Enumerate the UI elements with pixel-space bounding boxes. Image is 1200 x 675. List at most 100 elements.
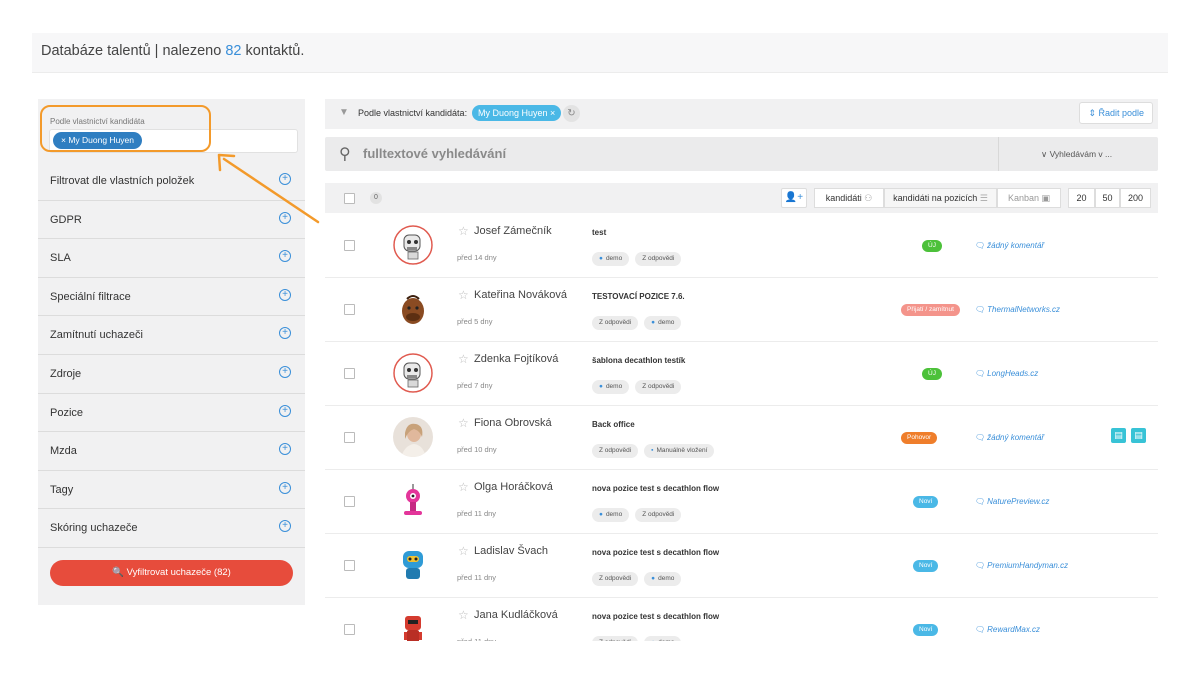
candidate-name[interactable]: Jana Kudláčková [474,609,558,621]
candidate-tag[interactable]: ●demo [592,508,630,522]
document-icon[interactable]: ▤ [1131,428,1146,443]
sort-button[interactable]: ⇕ Řadit podle [1079,102,1153,124]
select-all-checkbox[interactable] [344,193,355,204]
star-icon[interactable]: ☆ [458,480,469,494]
candidate-row[interactable]: ☆ Zdenka Fojtíková před 7 dny šablona decat… [325,342,1158,406]
add-candidate-button[interactable]: 👤+ [781,188,807,208]
filter-item[interactable]: Pozice + [38,394,305,433]
candidate-name[interactable]: Zdenka Fojtíková [474,353,558,365]
candidate-row[interactable]: ☆ Olga Horáčková před 11 dny nova pozice te… [325,470,1158,534]
expand-plus-icon[interactable]: + [279,404,291,417]
row-checkbox[interactable] [344,560,355,571]
expand-plus-icon[interactable]: + [279,288,291,301]
candidate-row[interactable]: ☆ Fiona Obrovská před 10 dny Back office Z o… [325,406,1158,470]
filter-item[interactable]: Skóring uchazeče + [38,509,305,548]
candidate-name[interactable]: Olga Horáčková [474,481,553,493]
star-icon[interactable]: ☆ [458,352,469,366]
row-checkbox[interactable] [344,304,355,315]
page-size-200[interactable]: 200 [1120,188,1151,208]
candidate-row[interactable]: ☆ Ladislav Švach před 11 dny nova pozice te… [325,534,1158,598]
page-size-50[interactable]: 50 [1095,188,1120,208]
candidate-position[interactable]: nova pozice test s decathlon flow [592,548,719,557]
candidate-added-time: před 14 dny [457,253,497,262]
candidate-source[interactable]: 🗨 PremiumHandyman.cz [975,561,1068,570]
candidate-name[interactable]: Josef Zámečník [474,225,552,237]
avatar[interactable] [393,225,433,265]
avatar[interactable] [393,353,433,393]
candidate-tag[interactable]: ●demo [644,316,682,330]
candidate-position[interactable]: test [592,228,606,237]
candidate-source[interactable]: 🗨 NaturePreview.cz [975,497,1049,506]
candidate-tag[interactable]: Z odpovědi [592,572,639,586]
avatar[interactable] [393,609,433,641]
expand-plus-icon[interactable]: + [279,520,291,533]
page-size-20[interactable]: 20 [1068,188,1095,208]
search-input[interactable]: fulltextové vyhledávání [363,146,506,161]
candidate-row[interactable]: ☆ Jana Kudláčková před 11 dny nova pozice t… [325,598,1158,641]
avatar[interactable] [393,481,433,521]
candidate-position[interactable]: Back office [592,420,635,429]
candidate-tag[interactable]: ●demo [592,380,630,394]
star-icon[interactable]: ☆ [458,544,469,558]
avatar[interactable] [393,545,433,585]
candidate-name[interactable]: Kateřina Nováková [474,289,567,301]
candidate-position[interactable]: nova pozice test s decathlon flow [592,612,719,621]
filter-item[interactable]: Mzda + [38,432,305,471]
star-icon[interactable]: ☆ [458,224,469,238]
candidate-position[interactable]: TESTOVACÍ POZICE 7.6. [592,292,685,301]
expand-plus-icon[interactable]: + [279,443,291,456]
status-badge: Noví [913,624,939,636]
row-checkbox[interactable] [344,432,355,443]
candidate-position[interactable]: šablona decathlon testík [592,356,685,365]
expand-plus-icon[interactable]: + [279,481,291,494]
candidate-name[interactable]: Ladislav Švach [474,545,548,557]
filter-item[interactable]: Tagy + [38,471,305,510]
candidate-tag[interactable]: Z odpovědi [592,636,639,641]
active-filter-pill[interactable]: My Duong Huyen × [472,105,562,121]
row-checkbox[interactable] [344,496,355,507]
candidate-tag[interactable]: Z odpovědi [592,316,639,330]
expand-plus-icon[interactable]: + [279,250,291,263]
refresh-icon[interactable]: ↻ [563,105,580,122]
search-scope-dropdown[interactable]: ∨ Vyhledávám v ... [1041,149,1112,160]
candidate-tag-label: demo [605,255,623,262]
candidate-tag[interactable]: Z odpovědi [635,508,682,522]
candidate-row[interactable]: ☆ Josef Zámečník před 14 dny test ● demo Z odp… [325,214,1158,278]
candidate-tag[interactable]: ▪ Manuálně vložení [644,444,715,458]
candidate-position[interactable]: nova pozice test s decathlon flow [592,484,719,493]
candidate-row[interactable]: ☆ Kateřina Nováková před 5 dny TESTOVACÍ PO… [325,278,1158,342]
apply-filter-button[interactable]: 🔍 Vyfiltrovat uchazeče (82) [50,560,293,586]
expand-plus-icon[interactable]: + [279,327,291,340]
avatar[interactable] [393,417,433,457]
view-kanban-tab[interactable]: Kanban ▣ [997,188,1061,208]
search-icon: ⚲ [339,146,351,163]
candidate-source[interactable]: 🗨 žádný komentář [975,433,1044,442]
filter-item[interactable]: Speciální filtrace + [38,278,305,317]
filter-item[interactable]: Zamítnutí uchazeči + [38,316,305,355]
candidate-source[interactable]: 🗨 ThermalNetworks.cz [975,305,1060,314]
candidate-name[interactable]: Fiona Obrovská [474,417,552,429]
candidate-tag[interactable]: ●demo [644,572,682,586]
candidate-tag[interactable]: ●demo [644,636,682,641]
view-candidates-tab[interactable]: kandidáti ⚇ [814,188,884,208]
candidate-tag[interactable]: Z odpovědi [635,380,682,394]
row-checkbox[interactable] [344,624,355,635]
candidate-source[interactable]: 🗨 RewardMax.cz [975,625,1040,634]
document-icon[interactable]: ▤ [1111,428,1126,443]
avatar[interactable] [393,289,433,329]
status-badge: Noví [913,560,939,572]
row-checkbox[interactable] [344,240,355,251]
candidate-tag[interactable]: Z odpovědi [635,252,682,266]
filter-item[interactable]: SLA + [38,239,305,278]
candidate-tag[interactable]: Z odpovědi [592,444,639,458]
candidate-tag[interactable]: ●demo [592,252,630,266]
star-icon[interactable]: ☆ [458,608,469,622]
candidate-source[interactable]: 🗨 LongHeads.cz [975,369,1038,378]
star-icon[interactable]: ☆ [458,416,469,430]
filter-item[interactable]: Zdroje + [38,355,305,394]
candidate-source[interactable]: 🗨 žádný komentář [975,241,1044,250]
expand-plus-icon[interactable]: + [279,365,291,378]
star-icon[interactable]: ☆ [458,288,469,302]
view-positions-tab[interactable]: kandidáti na pozicích ☰ [884,188,997,208]
row-checkbox[interactable] [344,368,355,379]
